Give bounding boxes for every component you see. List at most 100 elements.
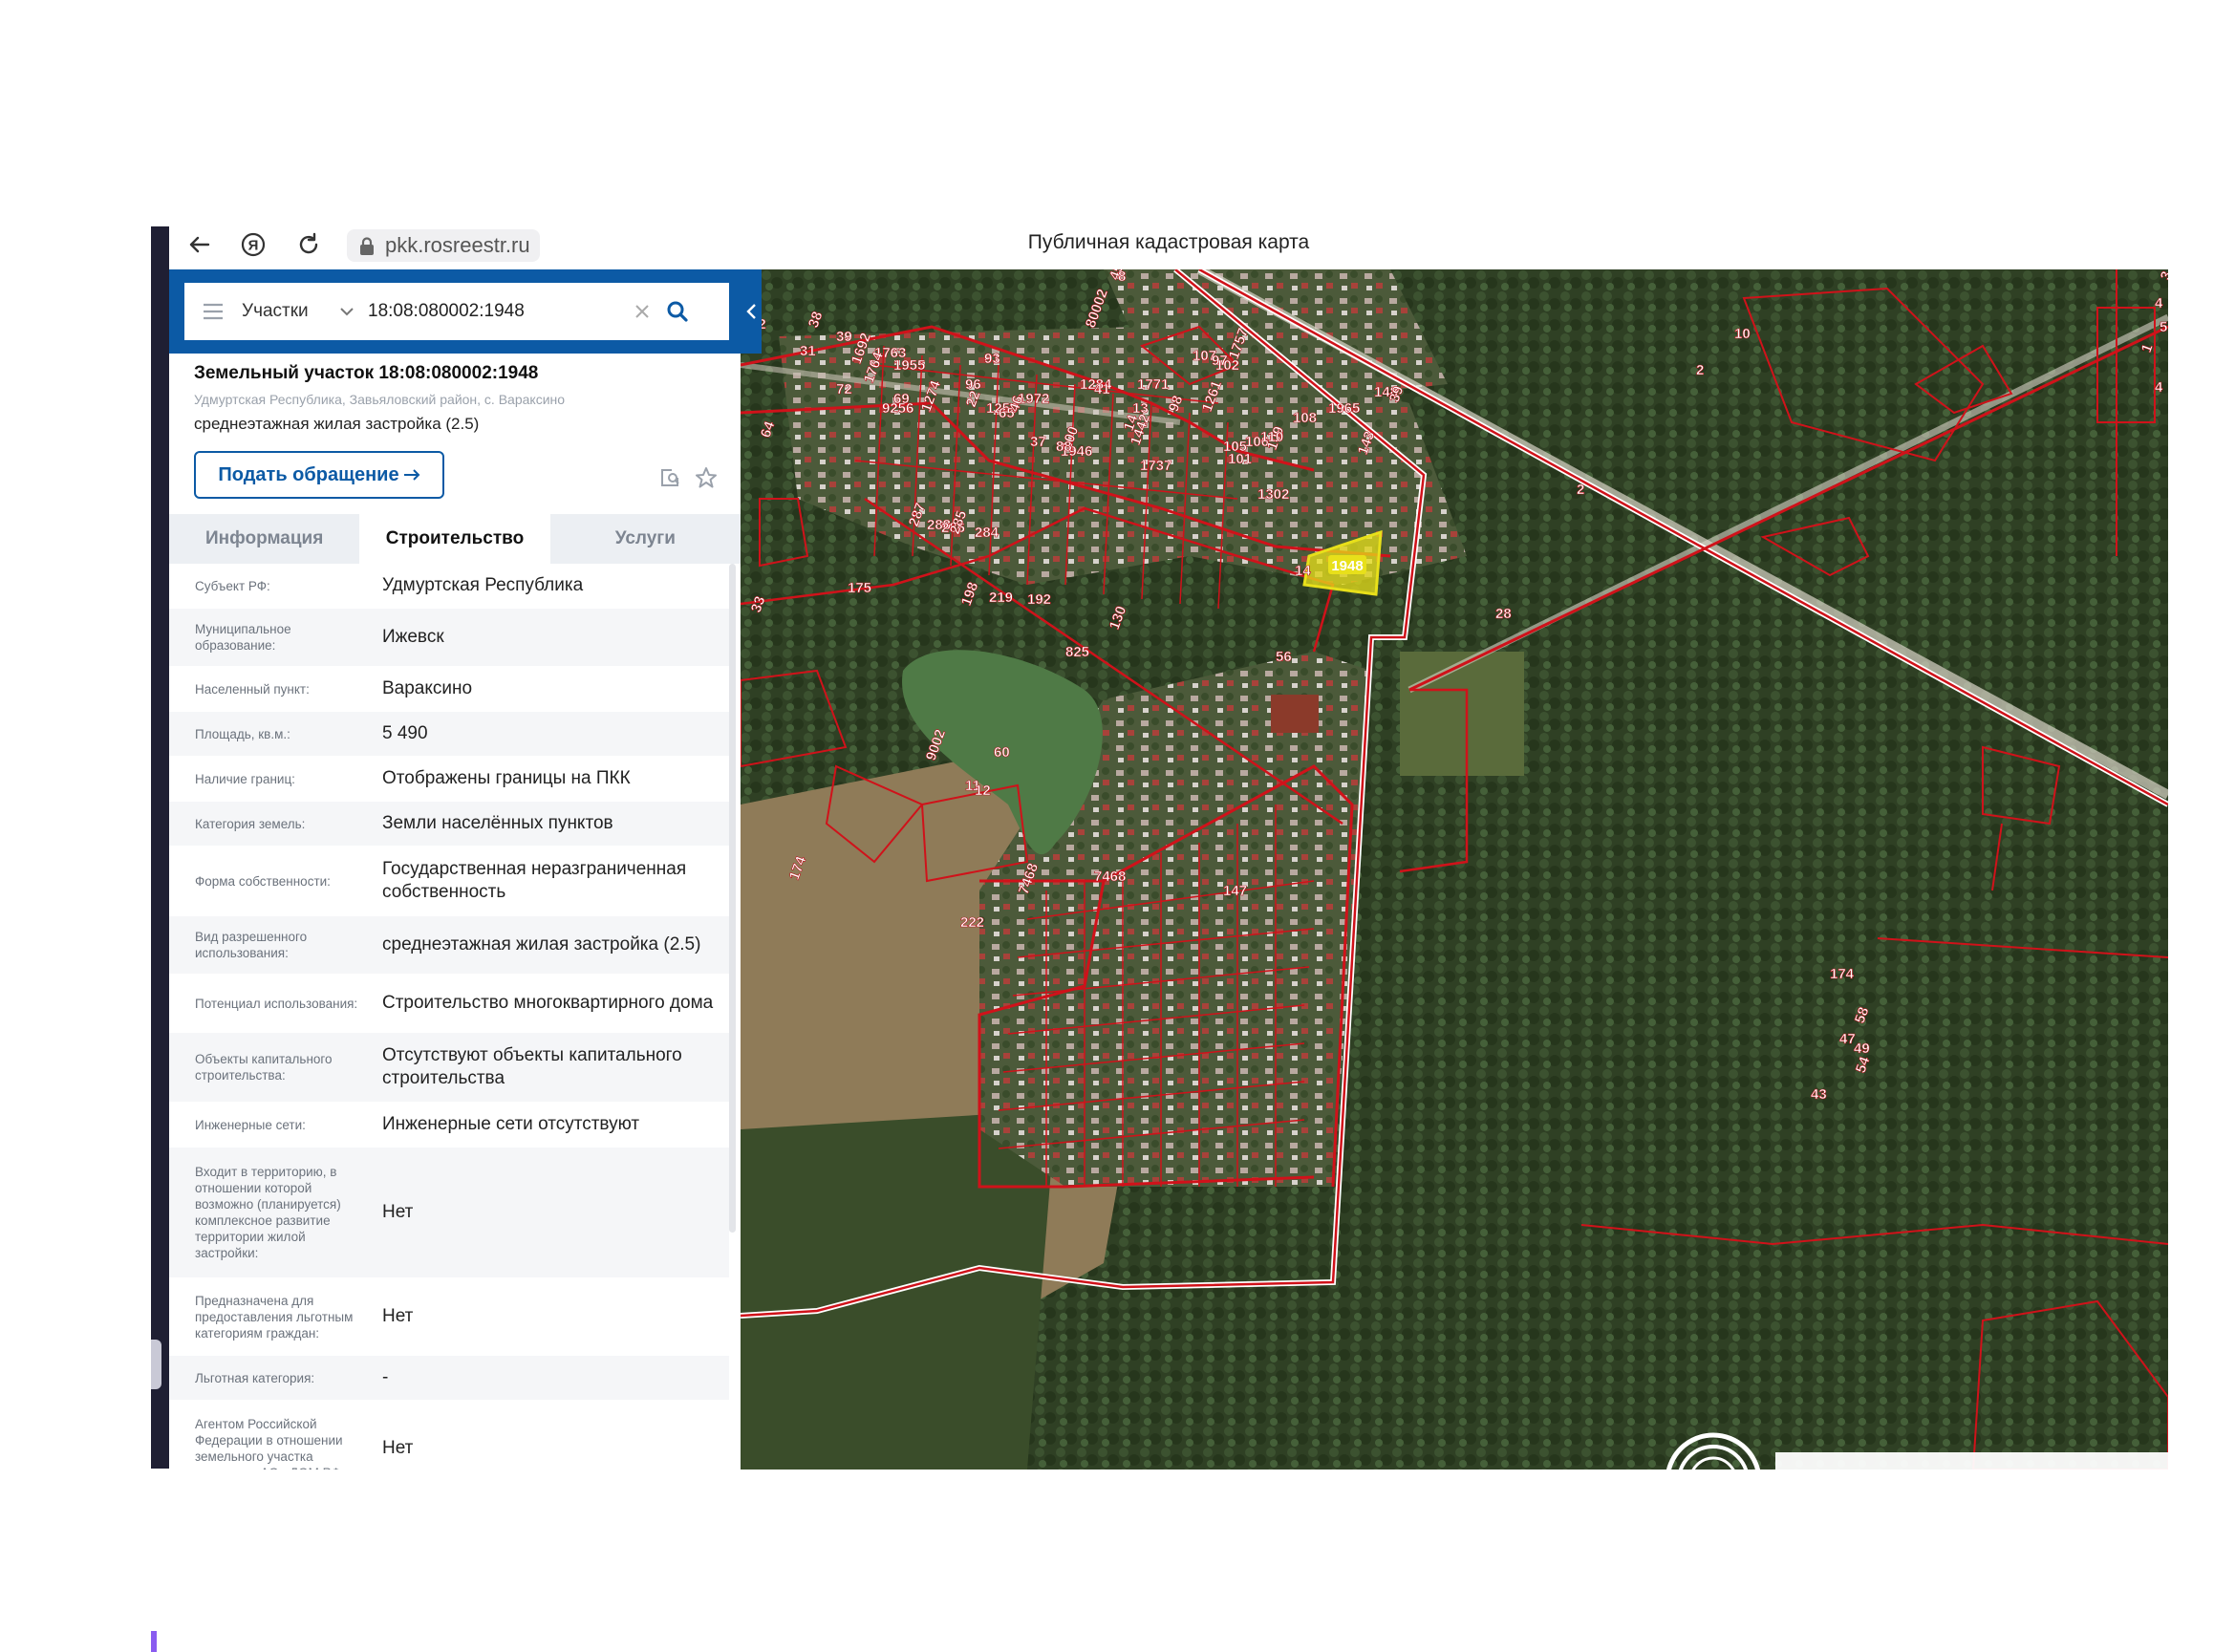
plot-number-label: 14 bbox=[1295, 563, 1311, 579]
search-icon bbox=[667, 301, 688, 322]
table-row: Вид разрешенного использования: среднеэта… bbox=[169, 916, 729, 975]
hamburger-icon bbox=[204, 303, 223, 320]
plot-number-label: 28 bbox=[1495, 606, 1512, 622]
menu-button[interactable] bbox=[184, 283, 242, 340]
address-bar[interactable]: pkk.rosreestr.ru bbox=[347, 229, 540, 262]
plot-number-label: 108 bbox=[1293, 410, 1317, 426]
close-icon bbox=[635, 305, 649, 318]
search-bar[interactable]: Участки bbox=[184, 283, 729, 340]
plot-actions bbox=[658, 466, 718, 489]
row-value: Нет bbox=[382, 1202, 414, 1222]
plot-number-label: 1737 bbox=[1140, 458, 1171, 474]
table-row: Муниципальное образование: Ижевск bbox=[169, 609, 729, 667]
plot-number-label: 12 bbox=[975, 783, 991, 799]
lock-icon bbox=[360, 237, 374, 255]
row-value: среднеэтажная жилая застройка (2.5) bbox=[382, 934, 701, 955]
plot-number-label: 2 bbox=[1696, 362, 1704, 378]
plot-number-label: 96 bbox=[965, 376, 981, 393]
collapse-panel-button[interactable] bbox=[741, 269, 762, 354]
reload-button[interactable] bbox=[291, 227, 326, 262]
search-header: Участки bbox=[169, 269, 741, 354]
table-row: Субъект РФ: Удмуртская Республика bbox=[169, 564, 729, 609]
plot-number-label: 93 bbox=[984, 351, 1000, 367]
plot-number-label: 10 bbox=[1734, 326, 1751, 342]
svg-text:Я: Я bbox=[248, 238, 259, 254]
table-row: Площадь, кв.м.: 5 490 bbox=[169, 712, 729, 757]
plot-number-label: 13 bbox=[1132, 400, 1149, 417]
search-button[interactable] bbox=[656, 301, 698, 322]
yandex-button[interactable]: Я bbox=[236, 227, 270, 262]
plot-number-label: 825 bbox=[1065, 644, 1089, 660]
row-key: Предназначена для предоставления льготны… bbox=[195, 1293, 354, 1341]
plot-number-label: 4 bbox=[2155, 379, 2163, 396]
row-value: Строительство многоквартирного дома bbox=[382, 993, 714, 1013]
table-row: Инженерные сети: Инженерные сети отсутств… bbox=[169, 1103, 729, 1148]
tab-info[interactable]: Информация bbox=[169, 514, 359, 564]
submit-appeal-button[interactable]: Подать обращение bbox=[194, 451, 444, 499]
url-text: pkk.rosreestr.ru bbox=[385, 233, 530, 257]
row-key: Субъект РФ: bbox=[195, 578, 270, 593]
plot-number-label: 31 bbox=[800, 343, 816, 359]
plot-number-label: 110 bbox=[1260, 429, 1283, 445]
row-key: Наличие границ: bbox=[195, 771, 295, 786]
browser-toolbar: Я pkk.rosreestr.ru Публичная кадастровая… bbox=[169, 222, 2168, 269]
plot-number-label: 97 bbox=[1212, 353, 1228, 369]
find-on-map-icon[interactable] bbox=[658, 466, 681, 489]
plot-number-label: 4 bbox=[2155, 295, 2163, 311]
tab-construction[interactable]: Строительство bbox=[359, 514, 550, 564]
category-select[interactable]: Участки bbox=[242, 301, 328, 322]
table-row: Категория земель: Земли населённых пункто… bbox=[169, 802, 729, 847]
plot-number-label: 2 bbox=[1577, 482, 1584, 498]
row-key: Вид разрешенного использования: bbox=[195, 930, 308, 960]
plot-number-label: 56 bbox=[1276, 649, 1292, 665]
row-key: Площадь, кв.м.: bbox=[195, 726, 290, 741]
row-value: Отсутствуют объекты капитального строите… bbox=[382, 1045, 682, 1088]
chevron-left-icon bbox=[746, 304, 756, 319]
plot-number-label: 39 bbox=[836, 329, 852, 345]
row-value: Удмуртская Республика bbox=[382, 575, 584, 595]
plot-number-label: 49 bbox=[1854, 1041, 1870, 1057]
cadastral-map[interactable]: 1948 45 81 1284 80002 1771 1972 1757 107 102 98 97… bbox=[741, 269, 2168, 1470]
map-canvas[interactable]: 1948 45811284800021771197217571071029897… bbox=[741, 269, 2168, 1470]
plot-number-label: 219 bbox=[989, 590, 1013, 606]
plot-number-label: 60 bbox=[994, 744, 1010, 761]
tab-services[interactable]: Услуги bbox=[550, 514, 741, 564]
row-key: Потенциал использования: bbox=[195, 996, 358, 1011]
row-key: Муниципальное образование: bbox=[195, 622, 291, 653]
row-value: Вараксино bbox=[382, 678, 473, 698]
row-value: Нет bbox=[382, 1306, 414, 1326]
table-row: Наличие границ: Отображены границы на ПКК bbox=[169, 757, 729, 802]
plot-number-label: 88 bbox=[1056, 439, 1072, 455]
plot-number-label: 7468 bbox=[1094, 869, 1126, 885]
table-row: Форма собственности: Государственная нера… bbox=[169, 847, 729, 916]
search-input[interactable] bbox=[366, 300, 628, 323]
row-value: Ижевск bbox=[382, 627, 444, 647]
plot-title: Земельный участок 18:08:080002:1948 bbox=[194, 363, 539, 383]
category-dropdown[interactable] bbox=[328, 307, 366, 316]
sidebar-indicator bbox=[151, 1631, 157, 1652]
back-button[interactable] bbox=[183, 227, 217, 262]
chevron-down-icon bbox=[340, 308, 354, 316]
row-value: Государственная неразграниченная собстве… bbox=[382, 859, 687, 902]
row-key: Категория земель: bbox=[195, 816, 306, 831]
row-key: Форма собственности: bbox=[195, 873, 331, 889]
table-row: Потенциал использования: Строительство мн… bbox=[169, 975, 729, 1033]
clear-search-button[interactable] bbox=[628, 299, 656, 324]
sidebar-handle[interactable] bbox=[151, 1340, 161, 1389]
row-key: Объекты капитального строительства: bbox=[195, 1052, 333, 1083]
plot-number-label: 8 bbox=[1118, 269, 1126, 285]
row-value: Инженерные сети отсутствуют bbox=[382, 1114, 640, 1134]
reload-icon bbox=[299, 232, 318, 254]
plot-use: среднеэтажная жилая застройка (2.5) bbox=[194, 415, 480, 433]
plot-number-label: 69 bbox=[893, 391, 910, 407]
plot-number-label: 1302 bbox=[1257, 486, 1289, 503]
table-row: Льготная категория: - bbox=[169, 1356, 729, 1401]
yandex-logo-icon: Я bbox=[241, 232, 266, 257]
row-value: Нет bbox=[382, 1438, 414, 1458]
star-icon[interactable] bbox=[695, 466, 718, 489]
table-row: Предназначена для предоставления льготны… bbox=[169, 1278, 729, 1356]
row-key: Инженерные сети: bbox=[195, 1117, 306, 1132]
panel-scrollbar[interactable] bbox=[729, 564, 736, 1233]
row-key: Входит в территорию, в отношении которой… bbox=[195, 1165, 341, 1260]
attribute-table: Субъект РФ: Удмуртская Республика Муницип… bbox=[169, 564, 729, 1470]
